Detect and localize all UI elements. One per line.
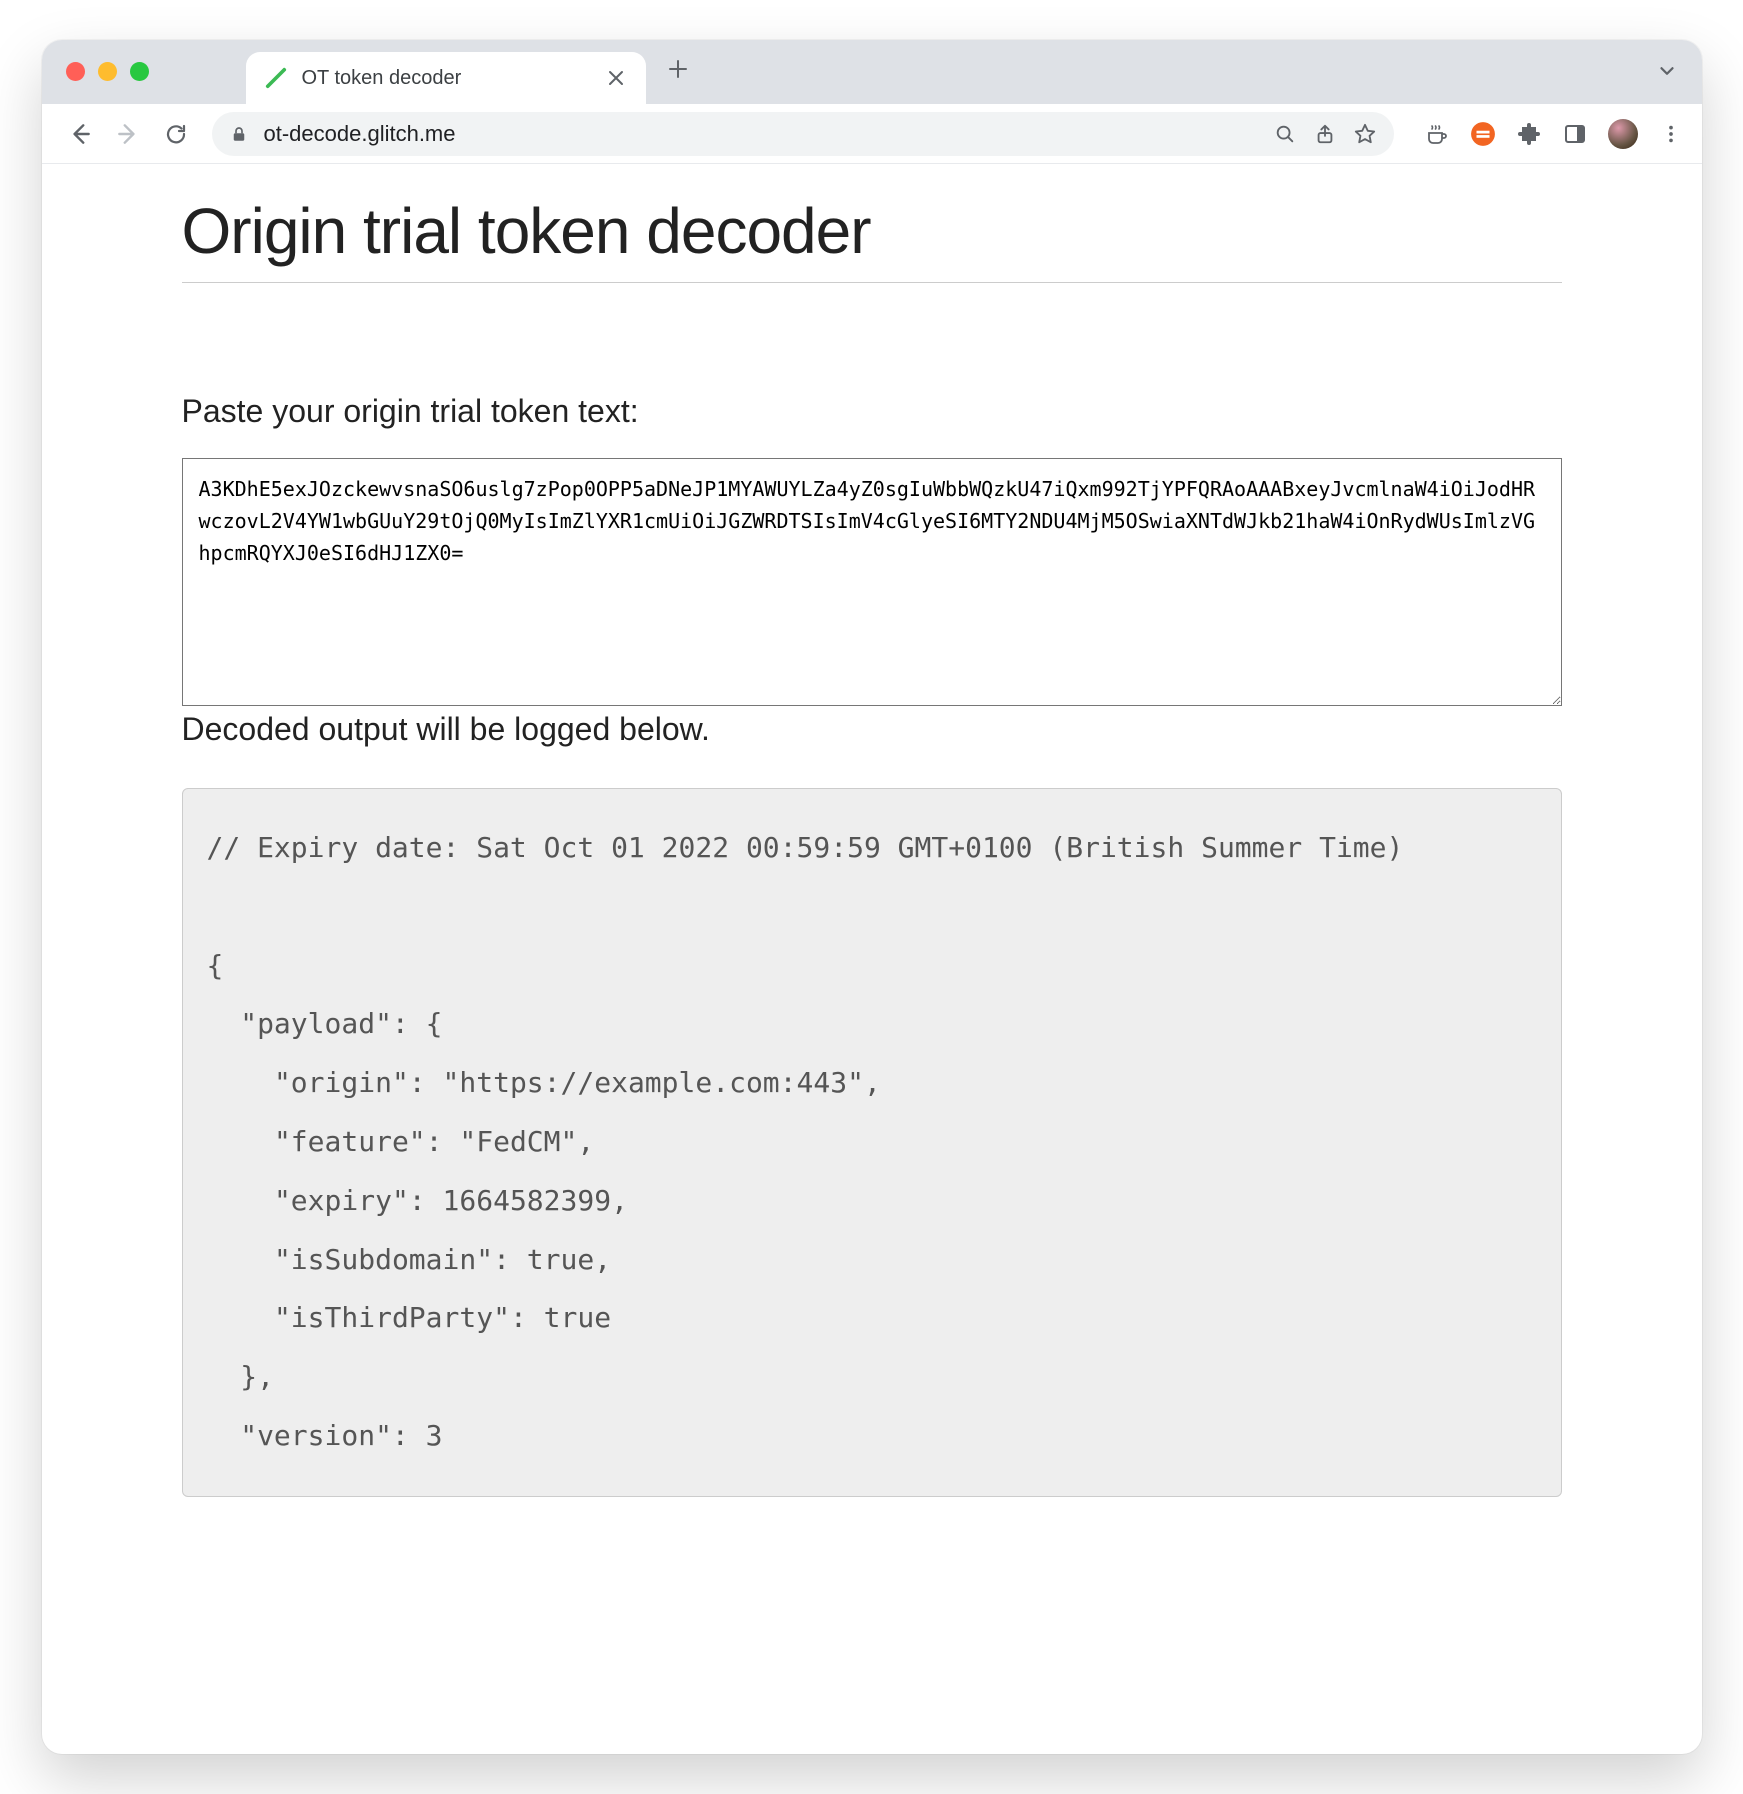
tab-favicon — [264, 66, 288, 90]
reload-button[interactable] — [156, 114, 196, 154]
url-input[interactable] — [262, 120, 1260, 148]
close-tab-button[interactable] — [604, 66, 628, 90]
title-divider — [182, 282, 1562, 283]
titlebar: OT token decoder — [42, 40, 1702, 104]
lock-icon — [230, 125, 248, 143]
search-icon[interactable] — [1274, 123, 1296, 145]
new-tab-button[interactable] — [668, 59, 688, 79]
output-heading: Decoded output will be logged below. — [182, 711, 1562, 748]
bookmark-icon[interactable] — [1354, 123, 1376, 145]
address-bar[interactable] — [212, 112, 1394, 156]
ext-orange-icon[interactable] — [1470, 121, 1496, 147]
profile-avatar[interactable] — [1608, 119, 1638, 149]
tabs-dropdown-button[interactable] — [1656, 60, 1678, 82]
extension-icons — [1424, 119, 1684, 149]
back-button[interactable] — [60, 114, 100, 154]
side-panel-icon[interactable] — [1562, 121, 1588, 147]
window-controls — [66, 62, 149, 81]
minimize-window-button[interactable] — [98, 62, 117, 81]
token-input[interactable] — [182, 458, 1562, 706]
close-window-button[interactable] — [66, 62, 85, 81]
toolbar — [42, 104, 1702, 164]
share-icon[interactable] — [1314, 123, 1336, 145]
page-title: Origin trial token decoder — [182, 194, 1562, 268]
tab-title: OT token decoder — [302, 67, 590, 90]
page-content: Origin trial token decoder Paste your or… — [42, 164, 1702, 1754]
extensions-icon[interactable] — [1516, 121, 1542, 147]
paste-heading: Paste your origin trial token text: — [182, 393, 1562, 430]
maximize-window-button[interactable] — [130, 62, 149, 81]
forward-button[interactable] — [108, 114, 148, 154]
coffee-icon[interactable] — [1424, 121, 1450, 147]
output-log: // Expiry date: Sat Oct 01 2022 00:59:59… — [182, 788, 1562, 1497]
browser-tab[interactable]: OT token decoder — [246, 52, 646, 104]
browser-window: OT token decoder — [42, 40, 1702, 1754]
menu-icon[interactable] — [1658, 121, 1684, 147]
